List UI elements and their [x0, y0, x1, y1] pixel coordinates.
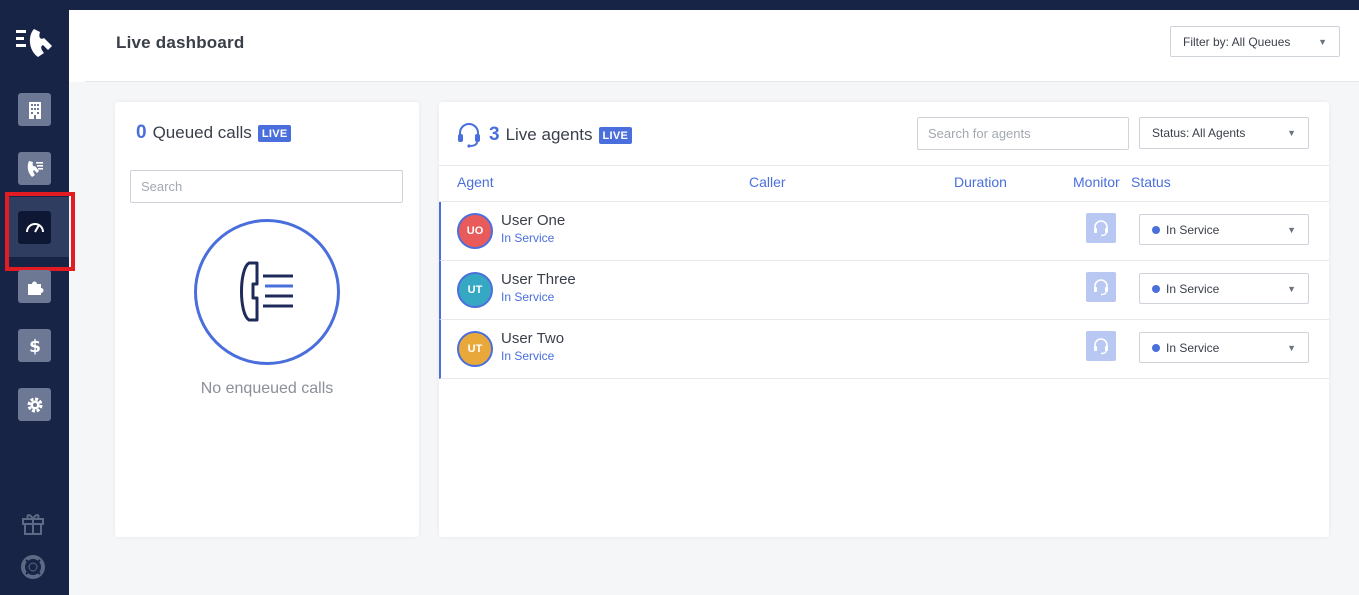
- phone-queue-icon: [240, 261, 293, 322]
- sidebar-item-call-queues[interactable]: [18, 152, 51, 185]
- headset-icon: [1094, 220, 1108, 237]
- live-agents-panel: 3 Live agents LIVE Status: All Agents ▼ …: [439, 102, 1329, 537]
- monitor-button[interactable]: [1086, 272, 1116, 302]
- live-agents-heading: 3 Live agents LIVE: [457, 122, 633, 148]
- avatar: UT: [457, 331, 493, 367]
- logo-icon[interactable]: [14, 26, 54, 62]
- highlight-box: [5, 192, 75, 271]
- monitor-button[interactable]: [1086, 213, 1116, 243]
- sidebar: $: [0, 0, 75, 595]
- sidebar-item-whats-new[interactable]: [19, 509, 47, 537]
- agent-status-filter-select[interactable]: Status: All Agents ▼: [1139, 117, 1309, 149]
- agent-status-label: In Service: [1166, 222, 1220, 237]
- divider: [439, 165, 1329, 166]
- column-header-duration[interactable]: Duration: [954, 174, 1007, 190]
- live-agents-label: Live agents: [505, 125, 593, 144]
- agent-status-label: In Service: [1166, 340, 1220, 355]
- status-dot: [1152, 284, 1160, 293]
- status-dot: [1152, 343, 1160, 352]
- agent-status-text: In Service: [501, 231, 555, 245]
- queued-calls-label: Queued calls: [152, 123, 252, 142]
- column-header-agent[interactable]: Agent: [457, 174, 494, 190]
- svg-text:$: $: [29, 337, 41, 356]
- agent-status-filter-label: Status: All Agents: [1152, 126, 1246, 140]
- building-icon: [28, 101, 41, 119]
- queued-calls-heading: 0 Queued calls LIVE: [136, 122, 292, 144]
- sidebar-item-help[interactable]: [19, 553, 47, 581]
- agent-status-select[interactable]: In Service ▼: [1139, 214, 1309, 245]
- live-badge: LIVE: [598, 126, 633, 144]
- agent-status-label: In Service: [1166, 281, 1220, 296]
- column-header-monitor[interactable]: Monitor: [1073, 174, 1120, 190]
- header-divider: [85, 81, 1359, 82]
- empty-queue-illustration: [194, 219, 340, 365]
- queued-calls-panel: 0 Queued calls LIVE No enqueued calls: [115, 102, 419, 537]
- chevron-down-icon: ▼: [1287, 283, 1296, 294]
- sidebar-item-settings[interactable]: [18, 388, 51, 421]
- chevron-down-icon: ▼: [1287, 224, 1296, 235]
- sidebar-item-company[interactable]: [18, 93, 51, 126]
- column-header-status[interactable]: Status: [1131, 174, 1171, 190]
- agent-status-select[interactable]: In Service ▼: [1139, 332, 1309, 363]
- table-row[interactable]: UT User Three In Service In Service ▼: [439, 261, 1329, 320]
- sidebar-item-integrations[interactable]: [18, 270, 51, 303]
- headset-icon: [458, 123, 480, 148]
- queue-filter-select[interactable]: Filter by: All Queues ▼: [1170, 26, 1340, 57]
- agent-status-text: In Service: [501, 290, 555, 304]
- puzzle-icon: [27, 281, 43, 295]
- live-agents-count: 3: [489, 124, 500, 145]
- empty-queue-message: No enqueued calls: [200, 380, 334, 397]
- status-dot: [1152, 225, 1160, 234]
- sidebar-item-billing[interactable]: $: [18, 329, 51, 362]
- queued-calls-search-input[interactable]: [130, 170, 403, 203]
- table-row[interactable]: UT User Two In Service In Service ▼: [439, 320, 1329, 379]
- column-header-caller[interactable]: Caller: [749, 174, 786, 190]
- table-row[interactable]: UO User One In Service In Service ▼: [439, 202, 1329, 261]
- agent-name: User Two: [501, 330, 565, 347]
- chevron-down-icon: ▼: [1318, 36, 1327, 47]
- gift-icon: [22, 514, 44, 535]
- avatar: UO: [457, 213, 493, 249]
- header: [69, 10, 1359, 82]
- headset-icon: [1094, 279, 1108, 296]
- headset-icon: [1094, 338, 1108, 355]
- agent-status-select[interactable]: In Service ▼: [1139, 273, 1309, 304]
- page-title: Live dashboard: [116, 33, 245, 52]
- live-badge: LIVE: [257, 124, 292, 142]
- agent-name: User Three: [501, 271, 576, 288]
- call-queue-icon: [27, 160, 43, 177]
- agent-name: User One: [501, 212, 566, 229]
- lifebuoy-icon: [21, 555, 45, 579]
- agent-status-text: In Service: [501, 349, 555, 363]
- dollar-icon: $: [29, 337, 41, 356]
- queued-calls-count: 0: [136, 122, 147, 143]
- gear-icon: [27, 397, 42, 412]
- chevron-down-icon: ▼: [1287, 128, 1296, 138]
- queue-filter-label: Filter by: All Queues: [1183, 34, 1291, 49]
- avatar: UT: [457, 272, 493, 308]
- agent-search-input[interactable]: [917, 117, 1129, 150]
- top-strip: [69, 0, 1359, 10]
- chevron-down-icon: ▼: [1287, 342, 1296, 353]
- monitor-button[interactable]: [1086, 331, 1116, 361]
